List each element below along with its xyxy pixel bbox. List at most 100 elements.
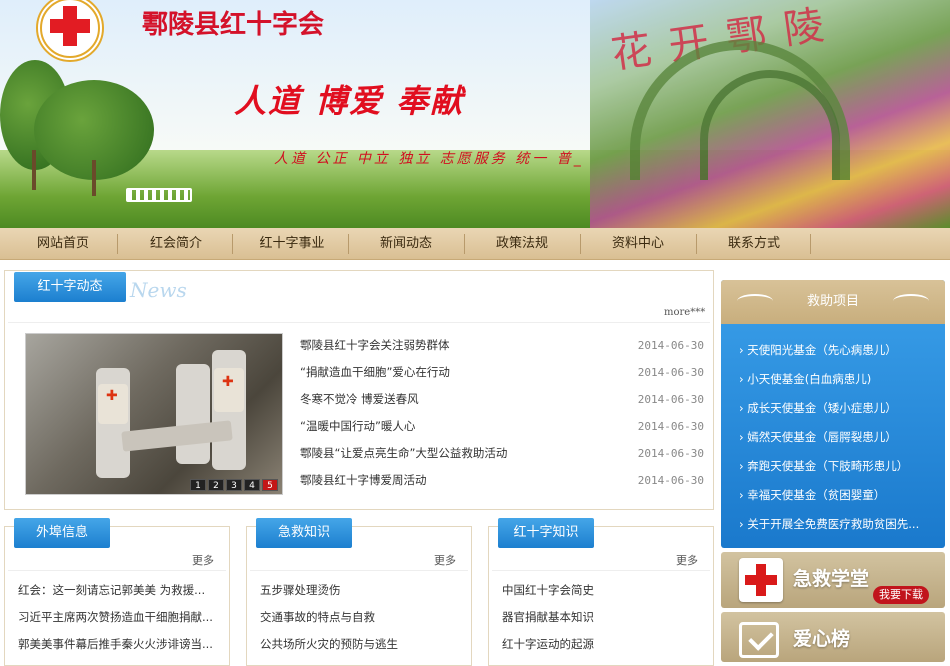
- download-button[interactable]: 我要下载: [873, 586, 929, 604]
- nav-divider: [810, 234, 811, 254]
- bench-image: [126, 188, 192, 202]
- nav-resources[interactable]: 资料中心: [590, 228, 686, 260]
- aid-project-label: 幸福天使基金（贫困婴童）: [747, 488, 886, 502]
- news-date: 2014-06-30: [637, 447, 704, 460]
- pager-3[interactable]: 3: [226, 479, 242, 491]
- aid-project-item[interactable]: › 幸福天使基金（贫困婴童）: [739, 487, 885, 503]
- news-en-label: News: [130, 278, 187, 302]
- red-cross-logo[interactable]: [30, 0, 110, 68]
- aid-projects-header: 救助项目: [721, 280, 945, 324]
- first-aid-item[interactable]: 五步骤处理烫伤: [260, 582, 341, 598]
- nav-divider: [464, 234, 465, 254]
- love-list-label: 爱心榜: [793, 628, 851, 650]
- first-aid-more-link[interactable]: 更多: [434, 552, 456, 568]
- red-cross-knowledge-more-link[interactable]: 更多: [676, 552, 698, 568]
- aid-project-label: 关于开展全免费医疗救助贫困先...: [747, 517, 920, 531]
- tab-first-aid[interactable]: 急救知识: [256, 518, 352, 548]
- main-nav: 网站首页 红会简介 红十字事业 新闻动态 政策法规 资料中心 联系方式: [0, 228, 950, 260]
- aid-project-item[interactable]: › 关于开展全免费医疗救助贫困先...: [739, 516, 919, 532]
- nav-undertakings[interactable]: 红十字事业: [240, 228, 344, 260]
- external-info-more-link[interactable]: 更多: [192, 552, 214, 568]
- tab-news[interactable]: 红十字动态: [14, 272, 126, 302]
- garden-image: 花开鄠陵: [590, 0, 950, 228]
- first-aid-item[interactable]: 交通事故的特点与自救: [260, 609, 375, 625]
- external-info-item[interactable]: 习近平主席两次赞扬造血干细胞捐献...: [18, 609, 213, 625]
- nav-divider: [348, 234, 349, 254]
- external-info-item[interactable]: 郭美美事件幕后推手秦火火涉诽谤当...: [18, 636, 213, 652]
- news-item: 鄠陵县“让爱点亮生命”大型公益救助活动 2014-06-30: [300, 440, 704, 467]
- aid-project-item[interactable]: › 奔跑天使基金（下肢畸形患儿）: [739, 458, 908, 474]
- red-cross-knowledge-item[interactable]: 中国红十字会简史: [502, 582, 594, 598]
- red-cross-icon: ✚: [222, 374, 234, 390]
- news-item: 鄠陵县红十字会关注弱势群体 2014-06-30: [300, 332, 704, 359]
- pager-1[interactable]: 1: [190, 479, 206, 491]
- aid-project-item[interactable]: › 小天使基金(白血病患儿): [739, 371, 871, 387]
- aid-projects-title: 救助项目: [806, 294, 859, 309]
- nav-divider: [117, 234, 118, 254]
- nav-home[interactable]: 网站首页: [16, 228, 110, 260]
- news-date: 2014-06-30: [637, 474, 704, 487]
- news-date: 2014-06-30: [637, 366, 704, 379]
- tree-trunk: [32, 150, 36, 190]
- news-date: 2014-06-30: [637, 420, 704, 433]
- principles-slogan: 人道 公正 中立 独立 志愿服务 统一 普_: [274, 151, 584, 167]
- red-cross-icon: ✚: [106, 388, 118, 404]
- nav-divider: [232, 234, 233, 254]
- site-title: 鄠陵县红十字会: [142, 10, 325, 40]
- tab-external-info[interactable]: 外埠信息: [14, 518, 110, 548]
- news-item: “温暖中国行动”暖人心 2014-06-30: [300, 413, 704, 440]
- news-slideshow-image[interactable]: ✚ ✚ 1 2 3 4 5: [25, 333, 283, 495]
- news-title[interactable]: 鄠陵县红十字博爱周活动: [300, 467, 427, 494]
- nav-news[interactable]: 新闻动态: [358, 228, 454, 260]
- aid-project-item[interactable]: › 嫣然天使基金（唇腭裂患儿）: [739, 429, 897, 445]
- red-cross-knowledge-item[interactable]: 器官捐献基本知识: [502, 609, 594, 625]
- news-title[interactable]: 鄠陵县红十字会关注弱势群体: [300, 332, 450, 359]
- first-aid-divider: [250, 570, 468, 571]
- news-date: 2014-06-30: [637, 393, 704, 406]
- tab-red-cross-knowledge[interactable]: 红十字知识: [498, 518, 594, 548]
- news-item: 冬寒不觉冷 博爱送春风 2014-06-30: [300, 386, 704, 413]
- news-title[interactable]: “温暖中国行动”暖人心: [300, 413, 415, 440]
- rescuer-figure: [176, 364, 210, 464]
- checklist-icon: [739, 622, 779, 658]
- love-list-banner[interactable]: 爱心榜: [721, 612, 945, 662]
- pager-2[interactable]: 2: [208, 479, 224, 491]
- news-list: 鄠陵县红十字会关注弱势群体 2014-06-30 “捐献造血干细胞”爱心在行动 20…: [300, 332, 704, 494]
- nav-policy[interactable]: 政策法规: [474, 228, 570, 260]
- nav-about[interactable]: 红会简介: [128, 228, 224, 260]
- nav-contact[interactable]: 联系方式: [706, 228, 802, 260]
- news-title[interactable]: 冬寒不觉冷 博爱送春风: [300, 386, 419, 413]
- ornament-icon: [893, 294, 929, 308]
- pager-4[interactable]: 4: [244, 479, 260, 491]
- aid-project-label: 嫣然天使基金（唇腭裂患儿）: [747, 430, 897, 444]
- ornament-icon: [737, 294, 773, 308]
- first-aid-icon: [739, 558, 783, 602]
- aid-project-label: 天使阳光基金（先心病患儿）: [747, 343, 897, 357]
- news-title[interactable]: 鄠陵县“让爱点亮生命”大型公益救助活动: [300, 440, 507, 467]
- news-divider: [8, 322, 710, 323]
- nav-divider: [696, 234, 697, 254]
- aid-projects-panel: 救助项目 › 天使阳光基金（先心病患儿） › 小天使基金(白血病患儿) › 成长…: [721, 280, 945, 548]
- red-cross-icon: [50, 19, 90, 33]
- news-item: 鄠陵县红十字博爱周活动 2014-06-30: [300, 467, 704, 494]
- red-cross-knowledge-divider: [492, 570, 710, 571]
- aid-project-label: 小天使基金(白血病患儿): [747, 372, 872, 386]
- news-title[interactable]: “捐献造血干细胞”爱心在行动: [300, 359, 450, 386]
- tree-trunk: [92, 160, 96, 196]
- header-banner: 花开鄠陵 鄠陵县红十字会 人道 博爱 奉献 人道 公正 中立 独立 志愿服务 统…: [0, 0, 950, 228]
- slideshow-pager: 1 2 3 4 5: [190, 479, 278, 491]
- aid-project-label: 奔跑天使基金（下肢畸形患儿）: [747, 459, 909, 473]
- aid-project-item[interactable]: › 天使阳光基金（先心病患儿）: [739, 342, 897, 358]
- first-aid-item[interactable]: 公共场所火灾的预防与逃生: [260, 636, 398, 652]
- first-aid-school-banner[interactable]: 急救学堂 我要下载: [721, 552, 945, 608]
- aid-project-label: 成长天使基金（矮小症患儿）: [747, 401, 897, 415]
- news-more-link[interactable]: more***: [664, 307, 705, 318]
- aid-project-item[interactable]: › 成长天使基金（矮小症患儿）: [739, 400, 897, 416]
- external-info-item[interactable]: 红会：这一刻请忘记郭美美 为救援...: [18, 582, 205, 598]
- news-date: 2014-06-30: [637, 339, 704, 352]
- motto: 人道 博爱 奉献: [234, 82, 465, 120]
- external-info-divider: [8, 570, 226, 571]
- pager-5[interactable]: 5: [262, 479, 278, 491]
- news-item: “捐献造血干细胞”爱心在行动 2014-06-30: [300, 359, 704, 386]
- red-cross-knowledge-item[interactable]: 红十字运动的起源: [502, 636, 594, 652]
